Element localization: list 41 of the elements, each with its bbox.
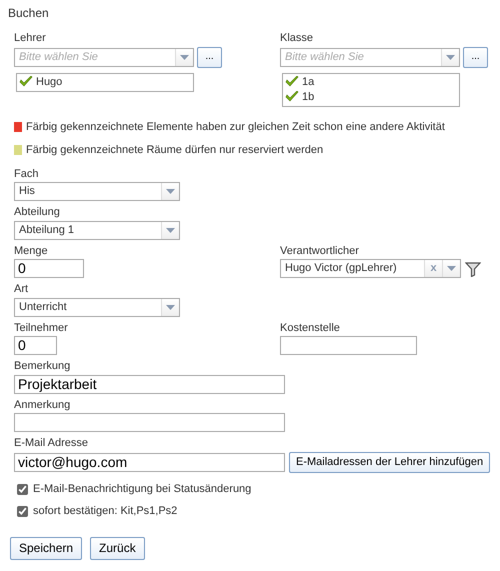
dropdown[interactable]: His: [14, 182, 180, 201]
input-field[interactable]: 0: [14, 336, 57, 355]
check-icon: [285, 91, 299, 103]
legend-text: Färbig gekennzeichnete Elemente haben zur gleichen Zeit schon eine andere Aktivität: [26, 120, 445, 134]
input-field[interactable]: [280, 336, 417, 355]
field-label: Bemerkung: [14, 360, 70, 372]
add-emails-button[interactable]: E-Mailadressen der Lehrer hinzufügen: [289, 452, 490, 472]
dropdown[interactable]: Abteilung 1: [14, 220, 180, 240]
field-label: Kostenstelle: [280, 322, 340, 334]
field-label: Art: [14, 283, 28, 295]
input-field[interactable]: 0: [14, 259, 84, 278]
input-field[interactable]: victor@hugo.com: [14, 452, 285, 472]
field-label: E-Mail Adresse: [14, 437, 88, 449]
field-label: Anmerkung: [14, 398, 70, 410]
field-label: Fach: [14, 168, 38, 180]
checkbox[interactable]: [17, 484, 28, 495]
check-icon: [285, 76, 299, 88]
save-button[interactable]: Speichern: [10, 536, 82, 560]
field-label: Lehrer: [14, 32, 46, 44]
dropdown[interactable]: Hugo Victor (gpLehrer) x: [280, 259, 461, 278]
dropdown[interactable]: Unterricht: [14, 298, 180, 316]
list-item: 1b: [302, 90, 314, 105]
page-title: Buchen: [8, 5, 49, 22]
list-item: 1a: [302, 74, 314, 90]
filter-icon[interactable]: [465, 260, 481, 276]
back-button[interactable]: Zurück: [90, 536, 145, 560]
checkbox-label: sofort bestätigen: Kit,Ps1,Ps2: [33, 504, 178, 520]
input-field[interactable]: Projektarbeit: [14, 374, 285, 394]
checkbox-label: E-Mail-Benachrichtigung bei Statusänderung: [33, 482, 252, 498]
field-label: Abteilung: [14, 206, 60, 218]
browse-button[interactable]: ...: [197, 46, 222, 68]
field-label: Verantwortlicher: [280, 244, 359, 256]
legend-text: Färbig gekennzeichnete Räume dürfen nur reserviert werden: [26, 143, 324, 158]
field-label: Klasse: [280, 32, 314, 44]
list-item: Hugo: [36, 74, 62, 90]
check-icon: [19, 76, 33, 88]
field-label: Menge: [14, 244, 48, 256]
input-field[interactable]: [14, 413, 285, 432]
browse-button[interactable]: ...: [463, 46, 488, 68]
checkbox[interactable]: [17, 506, 28, 517]
field-label: Teilnehmer: [14, 322, 68, 334]
